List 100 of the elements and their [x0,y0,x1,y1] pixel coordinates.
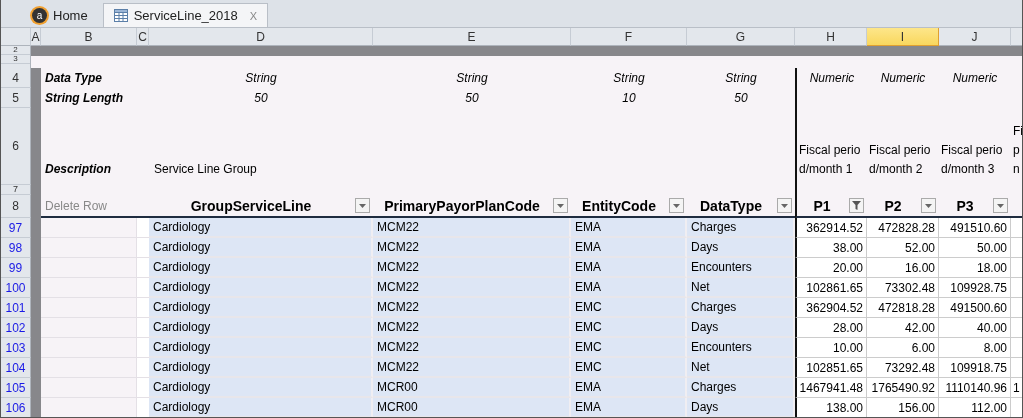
table-cell: MCM22 [373,298,571,318]
table-cell: 1 [1011,378,1022,398]
row-header[interactable]: 100 [1,278,31,298]
row-header[interactable]: 99 [1,258,31,278]
filter-button[interactable] [553,198,568,213]
cell: Numeric [795,68,867,88]
column-title: DataType [699,197,763,214]
table-cell: 42.00 [867,318,939,338]
table-cell: Cardiology [149,238,373,258]
table-cell: EMA [571,398,687,417]
table-cell: Encounters [687,258,795,278]
table-icon [113,9,128,22]
filter-button[interactable] [993,198,1008,213]
table-cell: 20.00 [795,258,867,278]
caret-icon [781,203,788,208]
table-cell: 1765490.92 [867,378,939,398]
table-cell: Cardiology [149,218,373,238]
column-header[interactable]: D [149,28,373,46]
app-logo: a [32,8,47,23]
column-title: EntityCode [581,197,657,214]
row-header[interactable]: 4 [1,68,31,88]
row-header[interactable]: 103 [1,338,31,358]
filter-button[interactable] [669,198,684,213]
table-cell: Net [687,358,795,378]
row-header[interactable]: 7 [1,185,31,195]
table-cell: MCM22 [373,318,571,338]
cell-text: n [1013,161,1020,178]
table-cell: Net [687,278,795,298]
cell-text: Fiscal period/month 3 [940,142,1004,178]
table-cell: 18.00 [939,258,1011,278]
row-header[interactable]: 98 [1,238,31,258]
row-label: Description [44,161,112,178]
cell-text: Fiscal period/month 2 [868,142,932,178]
cell-text: p [1013,142,1020,159]
table-cell: EMA [571,258,687,278]
row-header[interactable]: 6 [1,108,31,185]
table-cell: EMA [571,378,687,398]
table-cell: 362914.52 [795,218,867,238]
table-cell: Cardiology [149,378,373,398]
column-header[interactable]: C [137,28,149,46]
table-cell: 472828.28 [867,218,939,238]
tab[interactable]: ServiceLine_2018 X [102,3,269,27]
row-header[interactable]: 105 [1,378,31,398]
column-header[interactable]: H [795,28,867,46]
table-cell: 102861.65 [795,278,867,298]
table-cell: Days [687,398,795,417]
row-label: Data Type [44,70,103,87]
row-header[interactable]: 8 [1,195,31,218]
row-header[interactable]: 102 [1,318,31,338]
column-title: P1 [812,197,832,214]
cell-text: 50 [733,90,749,107]
table-cell: 112.00 [939,398,1011,417]
caret-icon [359,203,366,208]
table-cell: 102851.65 [795,358,867,378]
table-cell: 472818.28 [867,298,939,318]
row-header[interactable]: 106 [1,398,31,417]
row-header[interactable]: 3 [1,55,30,64]
row-header[interactable]: 2 [1,46,30,55]
row-header[interactable]: 5 [1,88,31,108]
table-cell: Cardiology [149,318,373,338]
table-cell: 362904.52 [795,298,867,318]
table-cell: 109928.75 [939,278,1011,298]
row-header[interactable]: 97 [1,218,31,238]
table-cell: Cardiology [149,298,373,318]
table-cell: 16.00 [867,258,939,278]
column-title: P2 [883,197,903,214]
column-header[interactable]: G [687,28,795,46]
table-cell: Cardiology [149,258,373,278]
cell-text: String [612,70,646,87]
table-cell: Charges [687,298,795,318]
table-cell: Days [687,318,795,338]
cell-text: 50 [464,90,480,107]
table-cell: 38.00 [795,238,867,258]
table-cell: 491510.60 [939,218,1011,238]
table-cell: EMA [571,238,687,258]
column-title: P3 [955,197,975,214]
table-cell: EMC [571,358,687,378]
filter-button[interactable] [921,198,936,213]
filter-button[interactable] [849,198,864,213]
table-cell: 73292.48 [867,358,939,378]
cell-text: Numeric [879,70,927,87]
table-cell: MCM22 [373,258,571,278]
column-header[interactable]: J [939,28,1011,46]
column-header[interactable]: E [373,28,571,46]
column-header[interactable]: B [41,28,137,46]
row-header[interactable]: 104 [1,358,31,378]
table-cell: 28.00 [795,318,867,338]
caret-icon [925,203,932,208]
table-cell: MCM22 [373,218,571,238]
filter-button[interactable] [355,198,370,213]
column-header[interactable]: F [571,28,687,46]
row-header[interactable]: 101 [1,298,31,318]
table-cell: Charges [687,218,795,238]
row-label: String Length [44,90,124,107]
filter-button[interactable] [777,198,792,213]
table-cell: 50.00 [939,238,1011,258]
column-header[interactable]: I [867,28,939,46]
table-cell: 109918.75 [939,358,1011,378]
tab[interactable]: a Home [21,3,99,27]
cell-text: String [455,70,489,87]
